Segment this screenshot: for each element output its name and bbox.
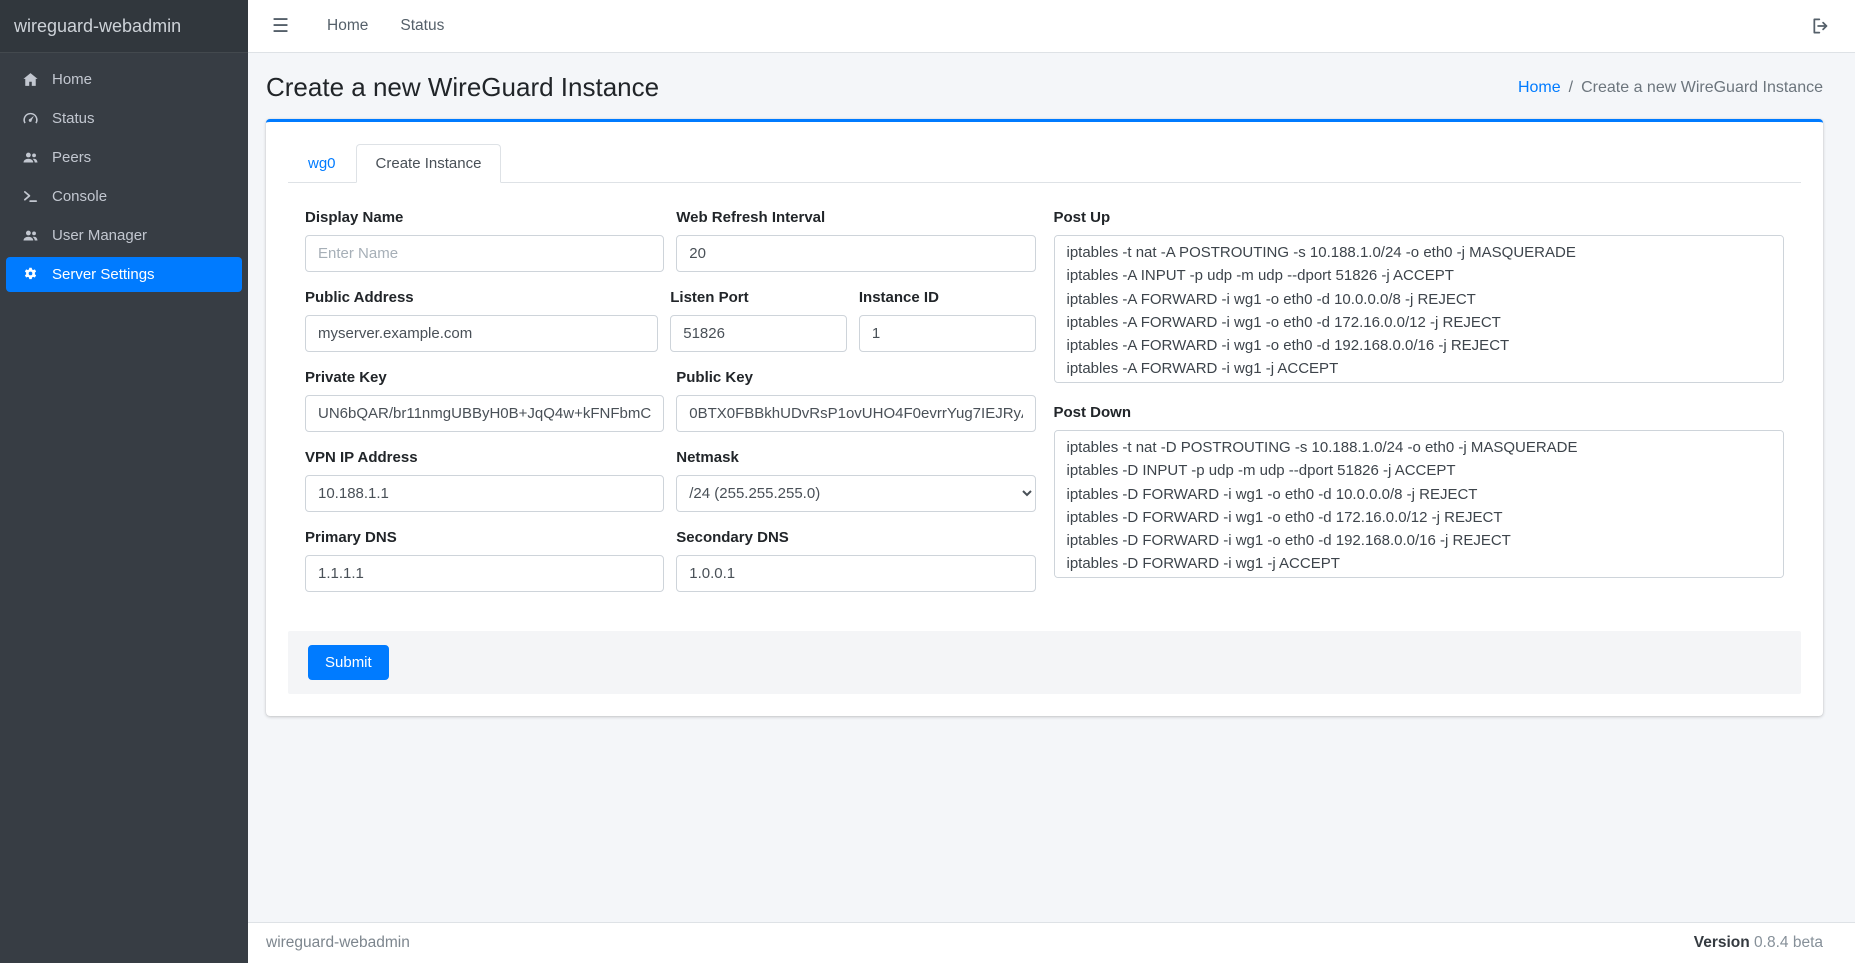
sidebar-item-peers[interactable]: Peers xyxy=(6,140,242,175)
public-address-input[interactable] xyxy=(305,315,658,352)
logout-icon[interactable] xyxy=(1811,16,1831,36)
brand-text: wireguard-webadmin xyxy=(14,16,181,37)
cogs-icon xyxy=(19,266,41,283)
tab-create-instance[interactable]: Create Instance xyxy=(356,144,502,183)
field-public-address: Public Address xyxy=(305,289,658,352)
breadcrumb: Home / Create a new WireGuard Instance xyxy=(1518,79,1823,97)
form-left-column: Display Name Web Refresh Interval Public… xyxy=(305,209,1036,609)
field-netmask: Netmask /24 (255.255.255.0) xyxy=(676,449,1035,512)
display-name-input[interactable] xyxy=(305,235,664,272)
sidebar-item-status[interactable]: Status xyxy=(6,101,242,136)
sidebar-item-label: User Manager xyxy=(52,227,147,244)
sidebar-item-label: Status xyxy=(52,110,95,127)
field-post-down: Post Down iptables -t nat -D POSTROUTING… xyxy=(1054,404,1785,583)
instance-id-input[interactable] xyxy=(859,315,1036,352)
menu-toggle-icon[interactable]: ☰ xyxy=(272,17,289,36)
sidebar-item-label: Console xyxy=(52,188,107,205)
main-area: ☰ Home Status Create a new WireGuard Ins… xyxy=(248,0,1855,963)
field-web-refresh-interval: Web Refresh Interval xyxy=(676,209,1035,272)
top-navbar: ☰ Home Status xyxy=(248,0,1855,53)
sidebar-item-label: Peers xyxy=(52,149,91,166)
private-key-label: Private Key xyxy=(305,369,664,386)
instance-card: wg0 Create Instance Display Name Web Ref xyxy=(266,119,1823,716)
footer-brand: wireguard-webadmin xyxy=(266,934,410,952)
sidebar-item-console[interactable]: Console xyxy=(6,179,242,214)
post-up-label: Post Up xyxy=(1054,209,1785,226)
breadcrumb-current: Create a new WireGuard Instance xyxy=(1581,79,1823,97)
display-name-label: Display Name xyxy=(305,209,664,226)
field-private-key: Private Key xyxy=(305,369,664,432)
field-vpn-ip-address: VPN IP Address xyxy=(305,449,664,512)
field-secondary-dns: Secondary DNS xyxy=(676,529,1035,592)
post-down-textarea[interactable]: iptables -t nat -D POSTROUTING -s 10.188… xyxy=(1054,430,1785,578)
field-instance-id: Instance ID xyxy=(859,289,1036,352)
field-listen-port: Listen Port xyxy=(670,289,847,352)
tab-wg0[interactable]: wg0 xyxy=(288,144,356,183)
footer: wireguard-webadmin Version 0.8.4 beta xyxy=(248,922,1855,963)
content: Create a new WireGuard Instance Home / C… xyxy=(248,53,1855,922)
field-display-name: Display Name xyxy=(305,209,664,272)
post-up-textarea[interactable]: iptables -t nat -A POSTROUTING -s 10.188… xyxy=(1054,235,1785,383)
listen-port-label: Listen Port xyxy=(670,289,847,306)
navbar-link-home[interactable]: Home xyxy=(311,17,384,35)
sidebar-item-home[interactable]: Home xyxy=(6,62,242,97)
instance-card-body: wg0 Create Instance Display Name Web Ref xyxy=(266,122,1823,716)
web-refresh-interval-input[interactable] xyxy=(676,235,1035,272)
tachometer-icon xyxy=(19,110,41,127)
brand-link[interactable]: wireguard-webadmin xyxy=(0,0,248,53)
instance-id-label: Instance ID xyxy=(859,289,1036,306)
footer-version-label: Version xyxy=(1694,934,1750,951)
breadcrumb-home-link[interactable]: Home xyxy=(1518,79,1561,97)
users-icon xyxy=(19,227,41,244)
sidebar-item-user-manager[interactable]: User Manager xyxy=(6,218,242,253)
field-post-up: Post Up iptables -t nat -A POSTROUTING -… xyxy=(1054,209,1785,388)
sidebar-nav: Home Status Peers Console User Manager xyxy=(0,53,248,301)
breadcrumb-separator: / xyxy=(1569,79,1573,97)
public-address-label: Public Address xyxy=(305,289,658,306)
form-right-column: Post Up iptables -t nat -A POSTROUTING -… xyxy=(1054,209,1785,609)
instance-tabs: wg0 Create Instance xyxy=(288,144,1801,183)
field-public-key: Public Key xyxy=(676,369,1035,432)
sidebar: wireguard-webadmin Home Status Peers Co xyxy=(0,0,248,963)
content-header: Create a new WireGuard Instance Home / C… xyxy=(266,53,1823,119)
netmask-label: Netmask xyxy=(676,449,1035,466)
instance-form: Display Name Web Refresh Interval Public… xyxy=(288,209,1801,609)
form-footer: Submit xyxy=(288,631,1801,694)
netmask-select[interactable]: /24 (255.255.255.0) xyxy=(676,475,1035,512)
footer-version: Version 0.8.4 beta xyxy=(1694,934,1823,952)
private-key-input[interactable] xyxy=(305,395,664,432)
vpn-ip-address-label: VPN IP Address xyxy=(305,449,664,466)
vpn-ip-address-input[interactable] xyxy=(305,475,664,512)
secondary-dns-input[interactable] xyxy=(676,555,1035,592)
listen-port-input[interactable] xyxy=(670,315,847,352)
home-icon xyxy=(19,71,41,88)
primary-dns-label: Primary DNS xyxy=(305,529,664,546)
post-down-label: Post Down xyxy=(1054,404,1785,421)
terminal-icon xyxy=(19,188,41,205)
navbar-link-status[interactable]: Status xyxy=(384,17,460,35)
sidebar-item-server-settings[interactable]: Server Settings xyxy=(6,257,242,292)
public-key-label: Public Key xyxy=(676,369,1035,386)
secondary-dns-label: Secondary DNS xyxy=(676,529,1035,546)
primary-dns-input[interactable] xyxy=(305,555,664,592)
submit-button[interactable]: Submit xyxy=(308,645,389,680)
users-icon xyxy=(19,149,41,166)
sidebar-item-label: Home xyxy=(52,71,92,88)
public-key-input[interactable] xyxy=(676,395,1035,432)
web-refresh-interval-label: Web Refresh Interval xyxy=(676,209,1035,226)
page-title: Create a new WireGuard Instance xyxy=(266,72,659,103)
sidebar-item-label: Server Settings xyxy=(52,266,155,283)
field-primary-dns: Primary DNS xyxy=(305,529,664,592)
footer-version-value: 0.8.4 beta xyxy=(1754,934,1823,951)
